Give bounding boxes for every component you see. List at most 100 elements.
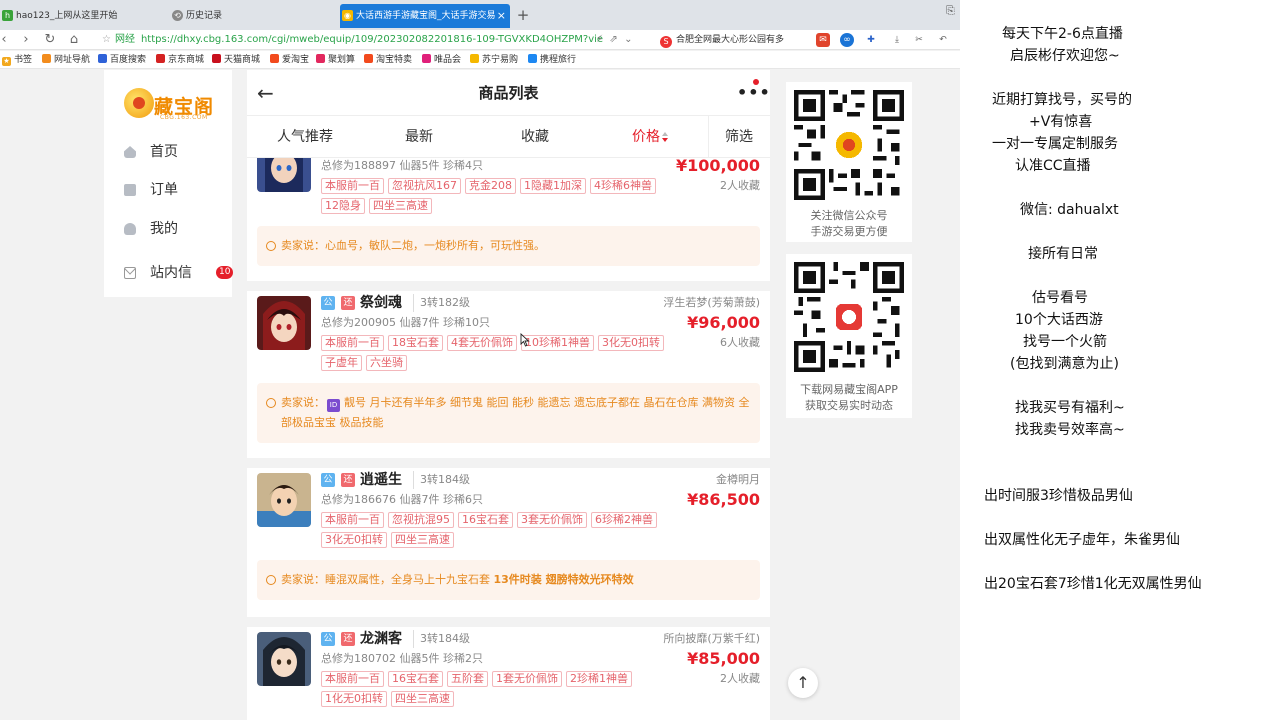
extension-red-icon[interactable]: ✉ [816, 33, 830, 47]
overlay-text: 出双属性化无子虚年，朱雀男仙 [984, 532, 1180, 548]
sort-arrows-icon [662, 132, 668, 142]
overlay-text: 找我买号有福利~ [1015, 400, 1125, 416]
bookmark-icon [156, 54, 165, 63]
seller-note: 卖家说：睡混双属性，全身马上十九宝石套 13件时装 翅膀特效光环特效 [257, 560, 760, 600]
qr-caption: 关注微信公众号 [810, 209, 888, 222]
page-content: 藏宝阁 CBG.163.COM 首页 订单 我的 站内信 10 商品列表 ← •… [0, 70, 960, 720]
cbg-logo[interactable]: 藏宝阁 CBG.163.COM [124, 80, 216, 124]
overlay-text: 启辰彬仔欢迎您~ [1010, 48, 1120, 64]
tab-popular[interactable]: 人气推荐 [267, 116, 343, 158]
sidebar-item-me[interactable]: 我的 [124, 217, 224, 241]
stats-text: 总修为188897 仙器5件 珍稀4只 [321, 159, 483, 172]
search-box[interactable]: S 合肥全网最大心形公园有多 [660, 31, 808, 49]
bookmark-item[interactable]: 携程旅行 [528, 51, 576, 68]
character-level: 3转184级 [413, 471, 470, 489]
download-icon[interactable]: ⤓ [890, 33, 904, 47]
overlay-text: 出20宝石套7珍惜1化无双属性男仙 [984, 576, 1202, 592]
extension-blue-icon[interactable]: ∞ [840, 33, 854, 47]
bookmark-item[interactable]: 京东商城 [156, 51, 204, 68]
sort-bar: 人气推荐 最新 收藏 价格 筛选 [247, 116, 770, 158]
refresh-icon[interactable]: ↻ [42, 31, 58, 49]
overlay-text: 接所有日常 [1028, 246, 1098, 262]
price: ¥86,500 [687, 490, 760, 509]
overlay-text: (包找到满意为止) [1010, 356, 1119, 372]
arrow-left-icon[interactable]: ← [257, 83, 277, 103]
tag: 六坐骑 [366, 355, 407, 371]
price: ¥85,000 [687, 649, 760, 668]
tag: 四坐三高速 [391, 532, 454, 548]
price: ¥100,000 [675, 158, 760, 175]
server-name: 金樽明月 [716, 473, 760, 486]
character-avatar [257, 473, 311, 527]
tab-price[interactable]: 价格 [619, 116, 681, 158]
sidebar-item-home[interactable]: 首页 [124, 140, 224, 164]
bookmark-item[interactable]: 爱淘宝 [270, 51, 309, 68]
bookmark-item[interactable]: ★ 书签 [2, 51, 32, 68]
bookmark-item[interactable]: 聚划算 [316, 51, 355, 68]
tab-cbg-active[interactable]: ◉ 大话西游手游藏宝阁_大话手游交易 × [340, 4, 510, 28]
stream-overlay-panel: 每天下午2-6点直播 启辰彬仔欢迎您~ 近期打算找号，买号的 +V有惊喜 一对一… [960, 0, 1280, 720]
bookmark-icon [98, 54, 107, 63]
price: ¥96,000 [687, 313, 760, 332]
bookmark-item[interactable]: 百度搜索 [98, 51, 146, 68]
tag: 本服前一百 [321, 512, 384, 528]
qr-caption: 下载网易藏宝阁APP [800, 383, 898, 396]
listing-card[interactable]: 公 还 龙渊客 3转184级 所向披靡(万紫千红) 总修为180702 仙器5件… [247, 627, 770, 720]
bookmark-item[interactable]: 网址导航 [42, 51, 90, 68]
forward-nav-icon[interactable]: › [18, 31, 34, 49]
server-name: 所向披靡(万紫千红) [663, 632, 760, 645]
tab-history[interactable]: ⟲ 历史记录 [170, 4, 336, 28]
bookmark-icon [364, 54, 373, 63]
tab-filter[interactable]: 筛选 [713, 116, 765, 158]
home-icon [124, 146, 136, 158]
search-engine-icon: S [660, 36, 672, 48]
seller-note: 卖家说：心血号，敏队二炮，一炮秒所有，可玩性强。 [257, 226, 760, 266]
undo-icon[interactable]: ↶ [936, 33, 950, 47]
close-tab-icon[interactable]: × [497, 4, 506, 28]
bookmark-item[interactable]: 天猫商城 [212, 51, 260, 68]
listing-card[interactable]: 公 还 逍遥生 3转184级 金樽明月 总修为186676 仙器7件 珍稀6只 … [247, 468, 770, 617]
tag: 18宝石套 [388, 335, 443, 351]
tag: 子虚年 [321, 355, 362, 371]
bookmark-item[interactable]: 淘宝特卖 [364, 51, 412, 68]
order-icon [124, 184, 136, 196]
tag: 16宝石套 [458, 512, 513, 528]
tag: 1套无价佩饰 [492, 671, 562, 687]
overlay-text: 每天下午2-6点直播 [1002, 26, 1123, 42]
public-badge: 公 [321, 296, 335, 310]
bargain-badge: 还 [341, 296, 355, 310]
tab-latest[interactable]: 最新 [393, 116, 445, 158]
speech-bubble-icon [266, 398, 276, 408]
share-icon[interactable]: ⇗ [609, 34, 617, 45]
back-nav-icon[interactable]: ‹ [0, 31, 12, 49]
more-dots-icon[interactable]: ••• [737, 79, 770, 102]
dropdown-icon[interactable]: ⌄ [624, 34, 632, 45]
puzzle-icon[interactable]: ✚ [864, 33, 878, 47]
tag: 6珍稀2神兽 [591, 512, 657, 528]
character-avatar [257, 158, 311, 192]
tag: 五阶套 [447, 671, 488, 687]
lightning-icon[interactable]: ⚡ [596, 34, 603, 45]
bookmark-icon [270, 54, 279, 63]
back-to-top-button[interactable]: ↑ [788, 668, 818, 698]
stats-text: 总修为200905 仙器7件 珍稀10只 [321, 316, 490, 329]
home-browser-icon[interactable]: ⌂ [66, 31, 82, 49]
bookmark-item[interactable]: 苏宁易购 [470, 51, 518, 68]
url-field[interactable]: ☆ 网经 https://dhxy.cbg.163.com/cgi/mweb/equ… [102, 31, 612, 49]
tag: 本服前一百 [321, 178, 384, 194]
sidebar-item-orders[interactable]: 订单 [124, 178, 224, 202]
tab-hao123[interactable]: h hao123_上网从这里开始 [0, 4, 166, 28]
window-menu-icon[interactable]: ⎘ [946, 4, 955, 18]
tools-icon[interactable]: ✂ [912, 33, 926, 47]
mouse-cursor-icon [520, 333, 530, 347]
address-bar: ‹ › ↻ ⌂ ☆ 网经 https://dhxy.cbg.163.com/cgi/… [0, 30, 960, 50]
sidebar-item-messages[interactable]: 站内信 10 [124, 261, 234, 285]
listing-card[interactable]: 公 还 祭剑魂 3转182级 浮生若梦(芳菊萧鼓) 总修为200905 仙器7件… [247, 291, 770, 458]
new-tab-button[interactable]: + [514, 4, 532, 26]
listing-card[interactable]: 总修为188897 仙器5件 珍稀4只 ¥100,000 2人收藏 本服前一百忽… [247, 158, 770, 281]
tab-favorites[interactable]: 收藏 [509, 116, 561, 158]
bookmark-item[interactable]: 唯品会 [422, 51, 461, 68]
star-icon[interactable]: ☆ [102, 34, 111, 45]
overlay-text: +V有惊喜 [1029, 114, 1093, 130]
character-level: 3转182级 [413, 294, 470, 312]
